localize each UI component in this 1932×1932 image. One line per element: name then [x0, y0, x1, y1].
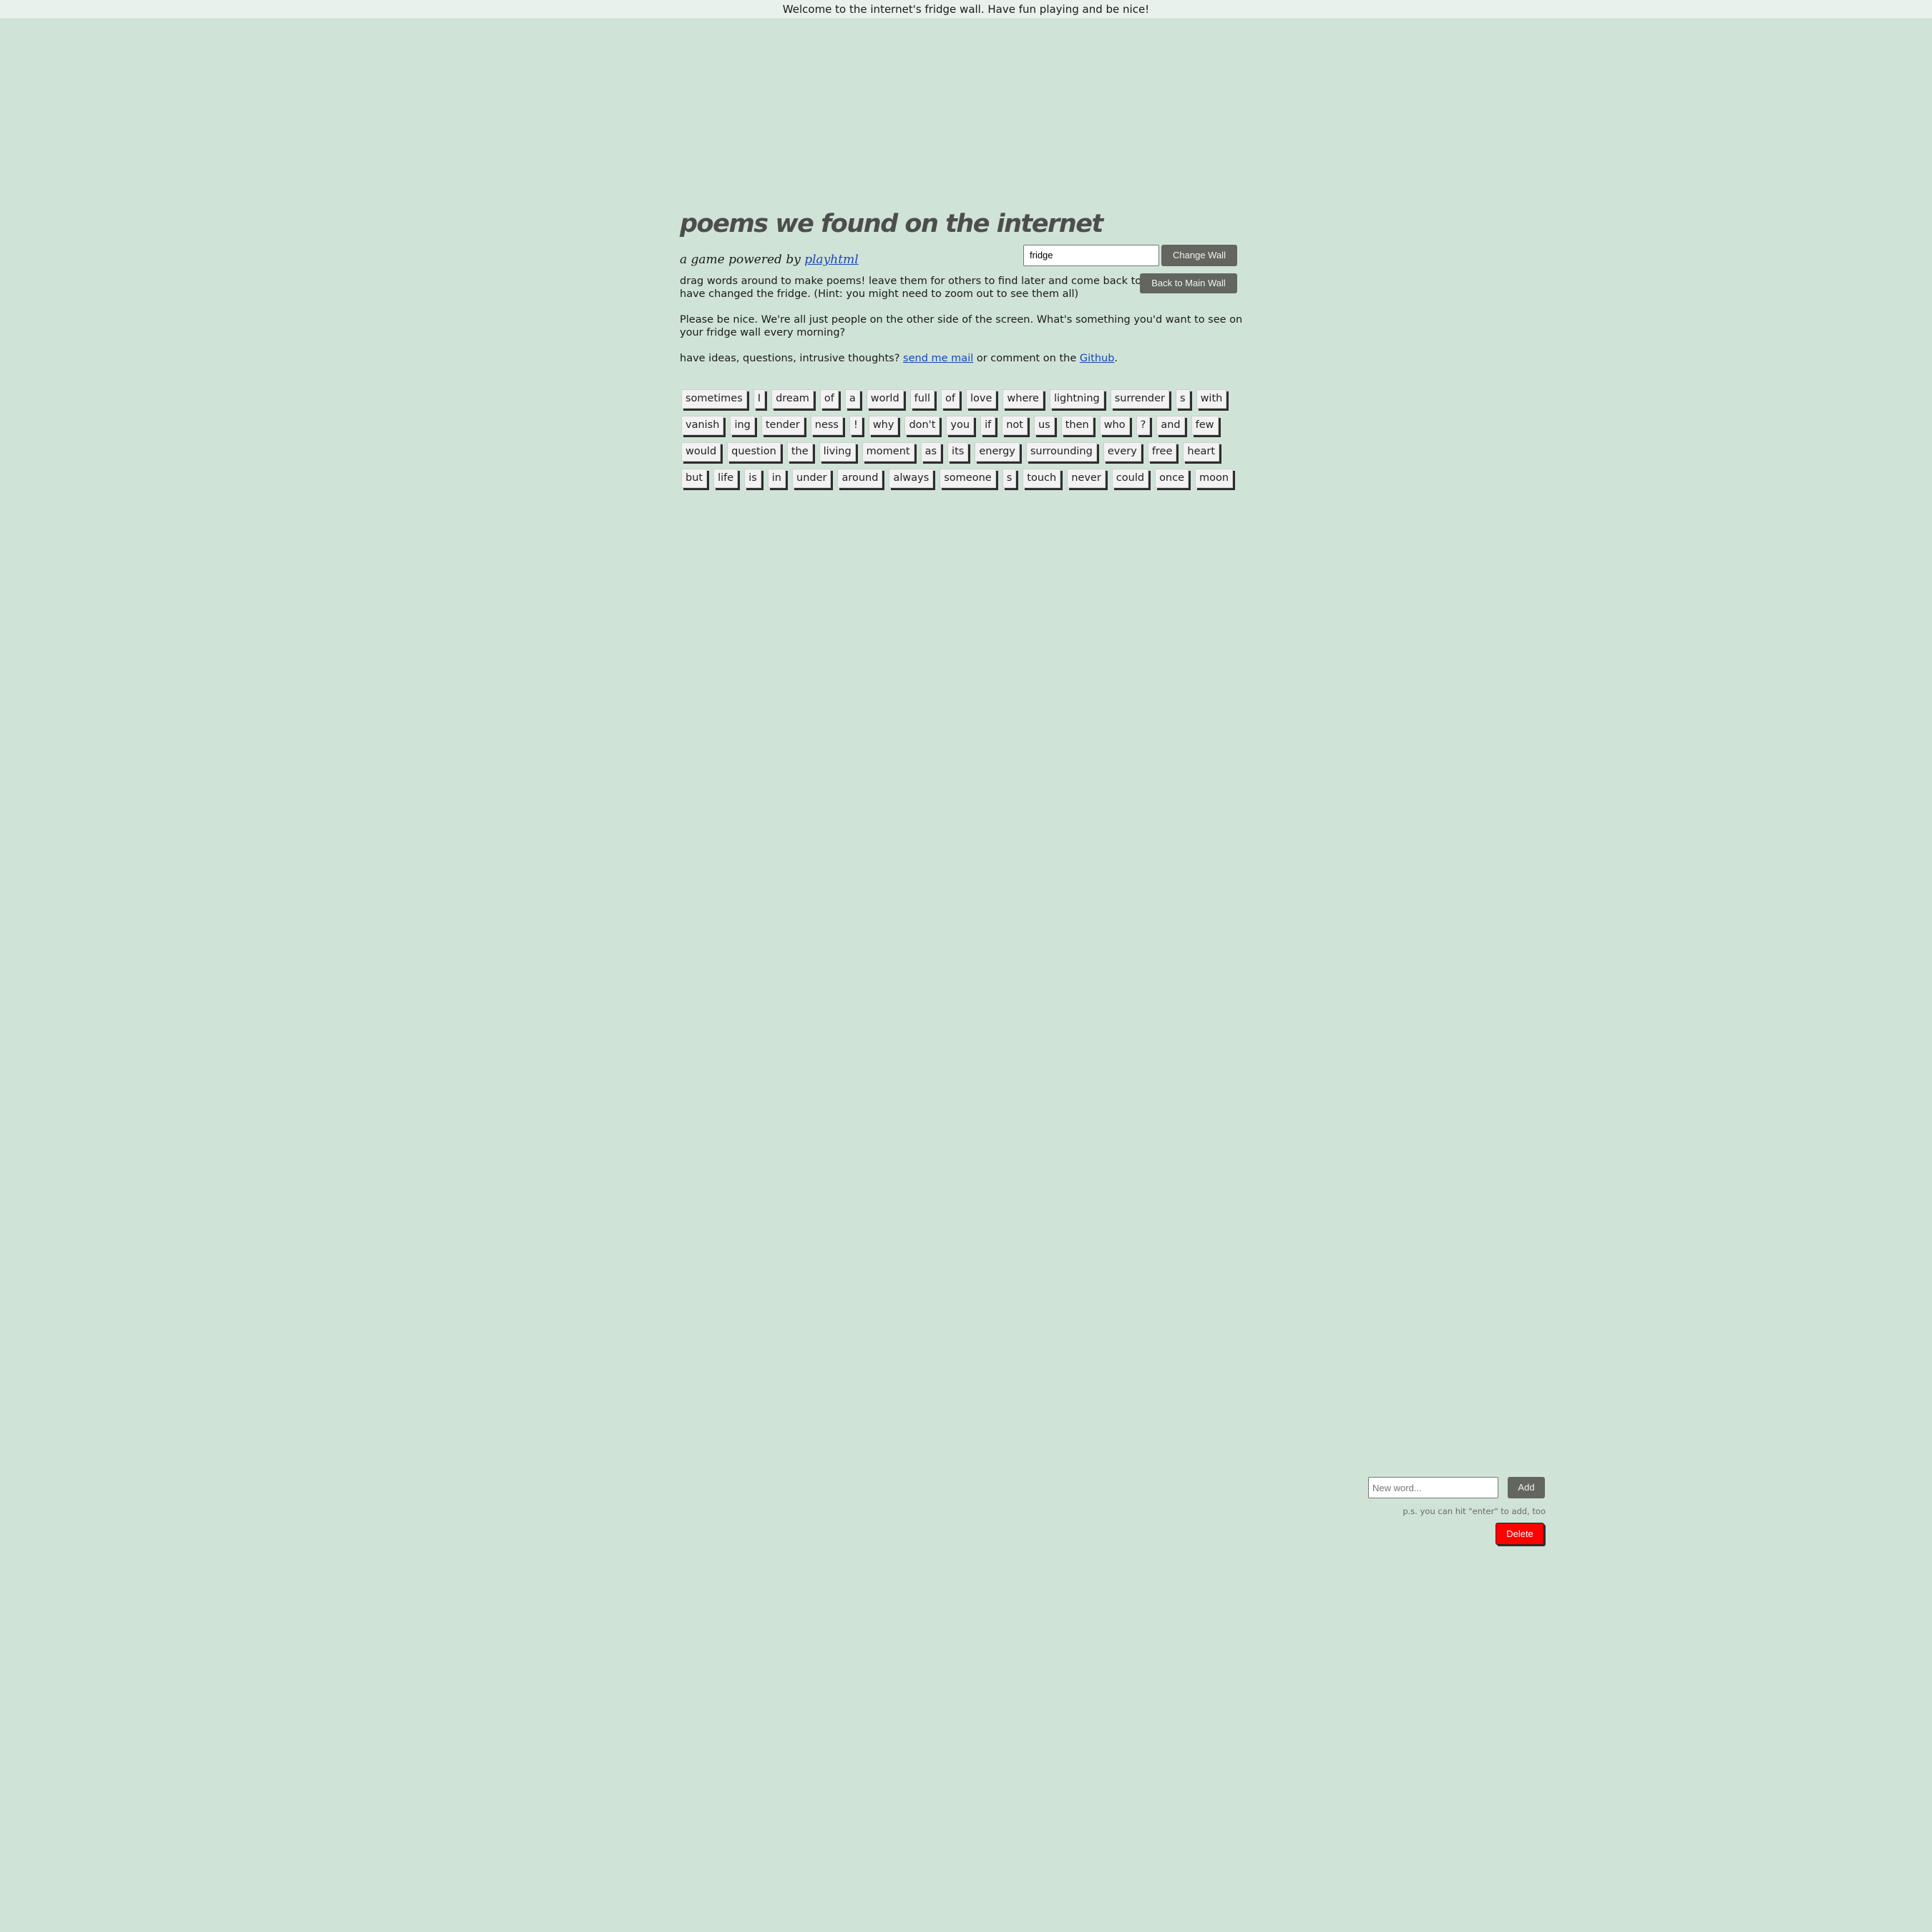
word-magnet[interactable]: the: [786, 442, 813, 462]
word-magnet[interactable]: !: [849, 416, 862, 435]
magnet-row: but life is in under around always someone s touc…: [681, 469, 1246, 495]
wall-form: Change Wall Back to Main Wall: [1023, 245, 1238, 302]
contact-middle: or comment on the: [973, 353, 1080, 364]
word-magnet[interactable]: surrounding: [1025, 442, 1097, 462]
word-magnet[interactable]: question: [727, 442, 781, 462]
word-magnet[interactable]: vanish: [681, 416, 724, 435]
word-magnet[interactable]: someone: [940, 469, 996, 488]
word-magnet[interactable]: never: [1067, 469, 1106, 488]
word-magnet[interactable]: always: [889, 469, 934, 488]
word-magnet[interactable]: lightning: [1049, 389, 1104, 409]
contact-suffix: .: [1114, 353, 1118, 364]
magnet-row: would question the living moment as its energy s…: [681, 442, 1246, 469]
wall-name-input[interactable]: [1023, 245, 1159, 266]
word-magnet[interactable]: if: [980, 416, 996, 435]
word-magnet[interactable]: and: [1156, 416, 1185, 435]
word-magnet[interactable]: you: [946, 416, 975, 435]
add-word-panel: Add p.s. you can hit "enter" to add, too…: [1367, 1476, 1546, 1548]
change-wall-button[interactable]: Change Wall: [1161, 245, 1237, 266]
word-magnet[interactable]: but: [681, 469, 708, 488]
word-magnet[interactable]: us: [1033, 416, 1055, 435]
word-magnet[interactable]: as: [920, 442, 942, 462]
word-magnet[interactable]: under: [792, 469, 831, 488]
enter-hint: p.s. you can hit "enter" to add, too: [1402, 1506, 1546, 1516]
word-magnet[interactable]: not: [1002, 416, 1028, 435]
word-magnet[interactable]: full: [909, 389, 935, 409]
add-button[interactable]: Add: [1508, 1477, 1545, 1498]
word-magnet[interactable]: I: [753, 389, 766, 409]
word-magnet[interactable]: of: [941, 389, 960, 409]
word-magnet[interactable]: life: [713, 469, 738, 488]
word-magnet[interactable]: in: [767, 469, 786, 488]
word-magnet[interactable]: moon: [1195, 469, 1234, 488]
delete-button[interactable]: Delete: [1496, 1523, 1544, 1545]
word-magnet[interactable]: of: [819, 389, 839, 409]
subtitle-text: a game powered by: [680, 253, 805, 267]
word-magnet[interactable]: surrender: [1110, 389, 1170, 409]
contact-text: have ideas, questions, intrusive thought…: [680, 352, 1252, 365]
word-magnet[interactable]: ?: [1136, 416, 1151, 435]
word-magnet[interactable]: every: [1103, 442, 1141, 462]
word-magnet[interactable]: could: [1111, 469, 1149, 488]
word-magnet[interactable]: living: [819, 442, 856, 462]
word-magnet[interactable]: moment: [862, 442, 914, 462]
word-magnet[interactable]: is: [744, 469, 761, 488]
back-to-main-wall-button[interactable]: Back to Main Wall: [1140, 273, 1237, 293]
word-magnet[interactable]: s: [1176, 389, 1190, 409]
word-magnet[interactable]: touch: [1023, 469, 1061, 488]
word-magnet[interactable]: around: [837, 469, 883, 488]
word-magnet[interactable]: where: [1002, 389, 1043, 409]
playhtml-link[interactable]: playhtml: [804, 253, 858, 267]
word-magnet[interactable]: who: [1099, 416, 1130, 435]
welcome-banner: Welcome to the internet's fridge wall. H…: [0, 0, 1932, 19]
send-mail-link[interactable]: send me mail: [903, 353, 973, 364]
word-magnet[interactable]: heart: [1183, 442, 1220, 462]
github-link[interactable]: Github: [1080, 353, 1115, 364]
word-magnet[interactable]: energy: [975, 442, 1020, 462]
magnet-row: sometimes Idream of a world full of love where li…: [681, 389, 1246, 416]
word-magnet[interactable]: then: [1060, 416, 1093, 435]
word-magnet[interactable]: its: [947, 442, 969, 462]
word-magnet[interactable]: don't: [904, 416, 940, 435]
word-magnet[interactable]: few: [1191, 416, 1219, 435]
word-magnet[interactable]: ing: [730, 416, 755, 435]
word-magnet[interactable]: love: [966, 389, 997, 409]
word-magnet[interactable]: a: [844, 389, 860, 409]
magnet-row: vanish ing tender ness! why don't you if not us th…: [681, 416, 1246, 442]
word-magnet[interactable]: why: [868, 416, 899, 435]
word-magnets: sometimes Idream of a world full of love where li…: [681, 389, 1246, 495]
word-magnet[interactable]: ness: [810, 416, 843, 435]
word-magnet[interactable]: with: [1196, 389, 1227, 409]
word-magnet[interactable]: world: [866, 389, 904, 409]
page-title: poems we found on the internet: [680, 210, 1103, 238]
word-magnet[interactable]: free: [1147, 442, 1177, 462]
be-nice-text: Please be nice. We're all just people on…: [680, 314, 1243, 338]
word-magnet[interactable]: s: [1002, 469, 1017, 488]
word-magnet[interactable]: sometimes: [681, 389, 747, 409]
word-magnet[interactable]: once: [1155, 469, 1189, 488]
new-word-input[interactable]: [1368, 1477, 1498, 1498]
word-magnet[interactable]: dream: [771, 389, 814, 409]
contact-prefix: have ideas, questions, intrusive thought…: [680, 353, 904, 364]
word-magnet[interactable]: tender: [761, 416, 804, 435]
word-magnet[interactable]: would: [681, 442, 721, 462]
